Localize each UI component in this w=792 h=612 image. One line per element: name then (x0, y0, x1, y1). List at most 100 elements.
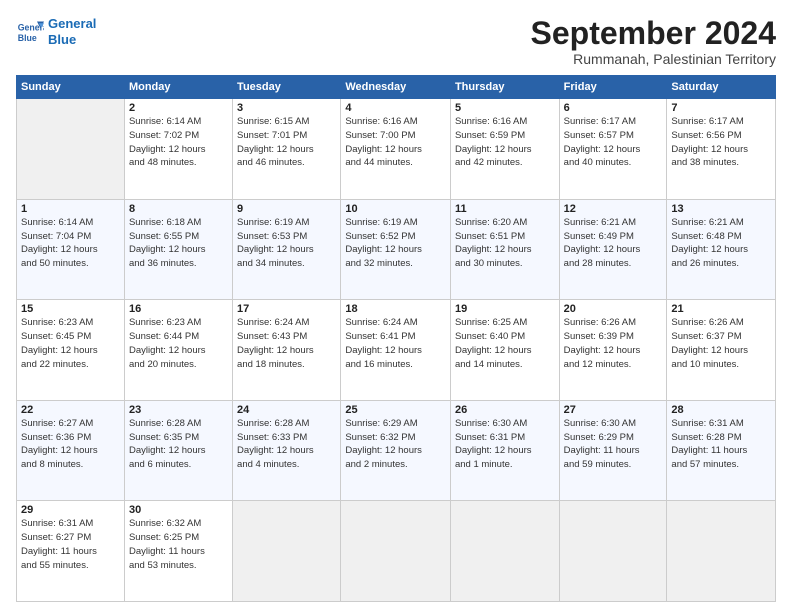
calendar-cell: 24 Sunrise: 6:28 AMSunset: 6:33 PMDayligh… (233, 400, 341, 501)
header: General Blue General Blue September 2024… (16, 16, 776, 67)
day-detail: Sunrise: 6:26 AMSunset: 6:37 PMDaylight:… (671, 317, 748, 369)
calendar-cell: 28 Sunrise: 6:31 AMSunset: 6:28 PMDayligh… (667, 400, 776, 501)
calendar-cell: 7 Sunrise: 6:17 AMSunset: 6:56 PMDaylight… (667, 99, 776, 200)
calendar-cell: 21 Sunrise: 6:26 AMSunset: 6:37 PMDayligh… (667, 300, 776, 401)
day-number: 12 (564, 203, 663, 215)
day-number: 1 (21, 203, 120, 215)
logo-icon: General Blue (16, 18, 44, 46)
calendar-table: SundayMondayTuesdayWednesdayThursdayFrid… (16, 75, 776, 602)
calendar-cell: 13 Sunrise: 6:21 AMSunset: 6:48 PMDayligh… (667, 199, 776, 300)
logo: General Blue General Blue (16, 16, 96, 47)
title-block: September 2024 Rummanah, Palestinian Ter… (531, 16, 776, 67)
day-detail: Sunrise: 6:31 AMSunset: 6:28 PMDaylight:… (671, 418, 747, 470)
calendar-cell: 11Sunrise: 6:20 AMSunset: 6:51 PMDayligh… (450, 199, 559, 300)
day-detail: Sunrise: 6:18 AMSunset: 6:55 PMDaylight:… (129, 217, 206, 269)
logo-text: General Blue (48, 16, 96, 47)
day-detail: Sunrise: 6:19 AMSunset: 6:52 PMDaylight:… (345, 217, 422, 269)
day-number: 5 (455, 102, 555, 114)
day-number: 9 (237, 203, 336, 215)
calendar-cell: 22Sunrise: 6:27 AMSunset: 6:36 PMDayligh… (17, 400, 125, 501)
calendar-cell: 16Sunrise: 6:23 AMSunset: 6:44 PMDayligh… (124, 300, 232, 401)
calendar-cell: 1 Sunrise: 6:14 AMSunset: 7:04 PMDaylight… (17, 199, 125, 300)
calendar-cell: 26 Sunrise: 6:30 AMSunset: 6:31 PMDayligh… (450, 400, 559, 501)
day-number: 2 (129, 102, 228, 114)
calendar-cell (667, 501, 776, 602)
day-detail: Sunrise: 6:15 AMSunset: 7:01 PMDaylight:… (237, 116, 314, 168)
calendar-cell: 2 Sunrise: 6:14 AMSunset: 7:02 PMDaylight… (124, 99, 232, 200)
day-number: 19 (455, 303, 555, 315)
calendar-cell (559, 501, 667, 602)
weekday-header: Monday (124, 76, 232, 99)
day-number: 3 (237, 102, 336, 114)
day-detail: Sunrise: 6:30 AMSunset: 6:31 PMDaylight:… (455, 418, 532, 470)
calendar-subtitle: Rummanah, Palestinian Territory (531, 51, 776, 67)
day-number: 4 (345, 102, 446, 114)
weekday-header: Thursday (450, 76, 559, 99)
calendar-title: September 2024 (531, 16, 776, 51)
day-number: 7 (671, 102, 771, 114)
day-detail: Sunrise: 6:17 AMSunset: 6:57 PMDaylight:… (564, 116, 641, 168)
weekday-header: Wednesday (341, 76, 451, 99)
day-number: 17 (237, 303, 336, 315)
calendar-cell: 5 Sunrise: 6:16 AMSunset: 6:59 PMDaylight… (450, 99, 559, 200)
calendar-cell (17, 99, 125, 200)
calendar-cell: 19 Sunrise: 6:25 AMSunset: 6:40 PMDayligh… (450, 300, 559, 401)
day-number: 8 (129, 203, 228, 215)
calendar-cell: 8 Sunrise: 6:18 AMSunset: 6:55 PMDaylight… (124, 199, 232, 300)
calendar-cell (233, 501, 341, 602)
day-number: 26 (455, 404, 555, 416)
calendar-row: 22Sunrise: 6:27 AMSunset: 6:36 PMDayligh… (17, 400, 776, 501)
day-number: 6 (564, 102, 663, 114)
calendar-cell: 6 Sunrise: 6:17 AMSunset: 6:57 PMDaylight… (559, 99, 667, 200)
calendar-cell: 10 Sunrise: 6:19 AMSunset: 6:52 PMDayligh… (341, 199, 451, 300)
day-number: 13 (671, 203, 771, 215)
day-detail: Sunrise: 6:19 AMSunset: 6:53 PMDaylight:… (237, 217, 314, 269)
calendar-cell: 29 Sunrise: 6:31 AMSunset: 6:27 PMDayligh… (17, 501, 125, 602)
day-detail: Sunrise: 6:21 AMSunset: 6:49 PMDaylight:… (564, 217, 641, 269)
day-detail: Sunrise: 6:21 AMSunset: 6:48 PMDaylight:… (671, 217, 748, 269)
day-number: 18 (345, 303, 446, 315)
weekday-header: Saturday (667, 76, 776, 99)
day-detail: Sunrise: 6:14 AMSunset: 7:04 PMDaylight:… (21, 217, 98, 269)
day-detail: Sunrise: 6:16 AMSunset: 7:00 PMDaylight:… (345, 116, 422, 168)
calendar-cell: 15Sunrise: 6:23 AMSunset: 6:45 PMDayligh… (17, 300, 125, 401)
weekday-header: Friday (559, 76, 667, 99)
day-number: 24 (237, 404, 336, 416)
calendar-cell: 3 Sunrise: 6:15 AMSunset: 7:01 PMDaylight… (233, 99, 341, 200)
day-detail: Sunrise: 6:28 AMSunset: 6:35 PMDaylight:… (129, 418, 206, 470)
day-detail: Sunrise: 6:14 AMSunset: 7:02 PMDaylight:… (129, 116, 206, 168)
day-detail: Sunrise: 6:23 AMSunset: 6:45 PMDaylight:… (21, 317, 98, 369)
calendar-cell: 30 Sunrise: 6:32 AMSunset: 6:25 PMDayligh… (124, 501, 232, 602)
calendar-cell: 27 Sunrise: 6:30 AMSunset: 6:29 PMDayligh… (559, 400, 667, 501)
day-number: 28 (671, 404, 771, 416)
day-detail: Sunrise: 6:30 AMSunset: 6:29 PMDaylight:… (564, 418, 640, 470)
calendar-cell (341, 501, 451, 602)
calendar-cell: 4 Sunrise: 6:16 AMSunset: 7:00 PMDaylight… (341, 99, 451, 200)
day-number: 16 (129, 303, 228, 315)
calendar-cell: 23Sunrise: 6:28 AMSunset: 6:35 PMDayligh… (124, 400, 232, 501)
weekday-header: Tuesday (233, 76, 341, 99)
calendar-cell: 25Sunrise: 6:29 AMSunset: 6:32 PMDayligh… (341, 400, 451, 501)
day-number: 11 (455, 203, 555, 215)
calendar-cell: 12 Sunrise: 6:21 AMSunset: 6:49 PMDayligh… (559, 199, 667, 300)
weekday-header: Sunday (17, 76, 125, 99)
svg-text:Blue: Blue (18, 32, 37, 42)
day-number: 29 (21, 504, 120, 516)
day-detail: Sunrise: 6:32 AMSunset: 6:25 PMDaylight:… (129, 518, 205, 570)
day-number: 27 (564, 404, 663, 416)
day-detail: Sunrise: 6:31 AMSunset: 6:27 PMDaylight:… (21, 518, 97, 570)
day-number: 20 (564, 303, 663, 315)
day-number: 30 (129, 504, 228, 516)
day-detail: Sunrise: 6:24 AMSunset: 6:41 PMDaylight:… (345, 317, 422, 369)
calendar-header-row: SundayMondayTuesdayWednesdayThursdayFrid… (17, 76, 776, 99)
day-detail: Sunrise: 6:28 AMSunset: 6:33 PMDaylight:… (237, 418, 314, 470)
calendar-row: 15Sunrise: 6:23 AMSunset: 6:45 PMDayligh… (17, 300, 776, 401)
day-number: 10 (345, 203, 446, 215)
calendar-row: 29 Sunrise: 6:31 AMSunset: 6:27 PMDayligh… (17, 501, 776, 602)
day-detail: Sunrise: 6:17 AMSunset: 6:56 PMDaylight:… (671, 116, 748, 168)
day-number: 21 (671, 303, 771, 315)
calendar-cell: 20Sunrise: 6:26 AMSunset: 6:39 PMDayligh… (559, 300, 667, 401)
day-number: 22 (21, 404, 120, 416)
day-detail: Sunrise: 6:25 AMSunset: 6:40 PMDaylight:… (455, 317, 532, 369)
day-detail: Sunrise: 6:16 AMSunset: 6:59 PMDaylight:… (455, 116, 532, 168)
